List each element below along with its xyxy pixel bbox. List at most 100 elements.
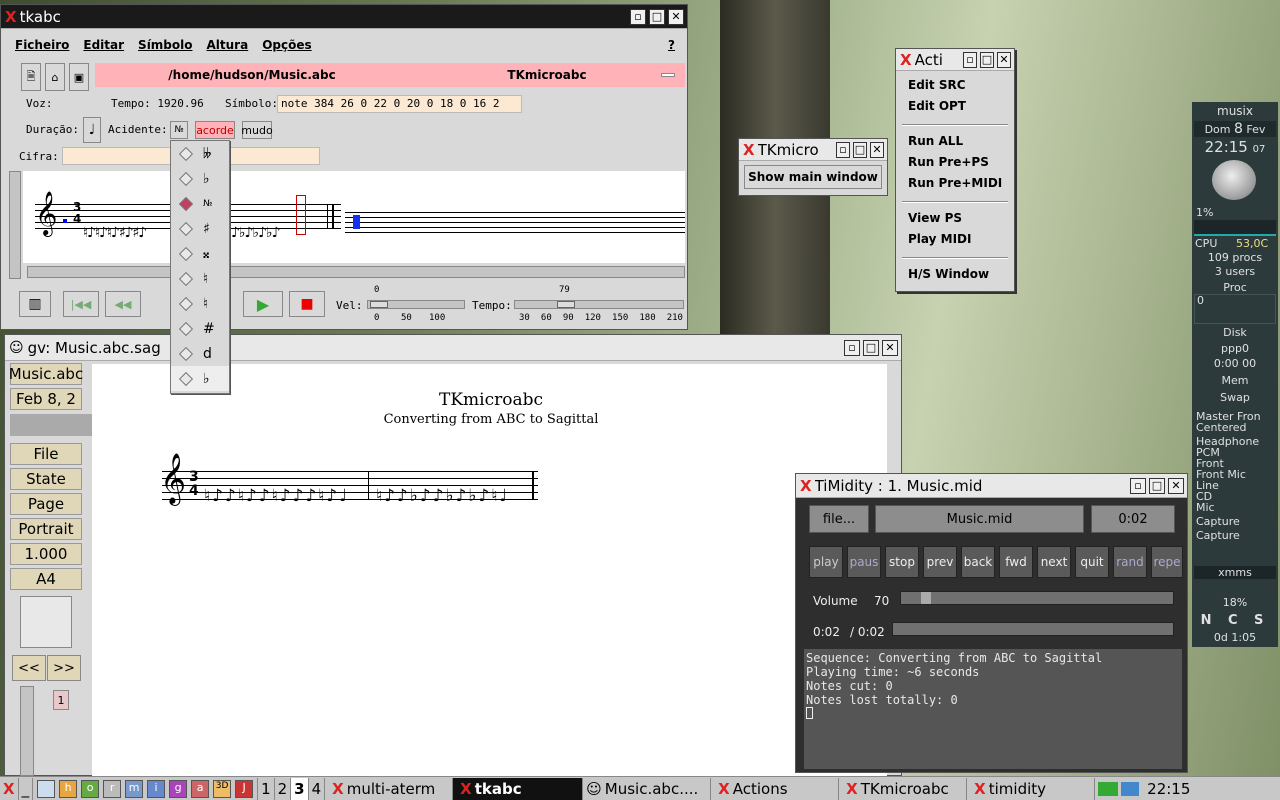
show-main-window-button[interactable]: Show main window: [744, 165, 882, 189]
accidental-button[interactable]: №: [170, 121, 188, 139]
acorde-button[interactable]: acorde: [195, 121, 235, 139]
gv-pagelist-scroll[interactable]: [20, 686, 34, 776]
random-button[interactable]: rand: [1113, 546, 1147, 578]
network-icon[interactable]: [1121, 781, 1140, 796]
action-edit-opt[interactable]: Edit OPT: [908, 99, 966, 113]
open-file-button[interactable]: ⌂: [45, 63, 65, 91]
prev-button[interactable]: prev: [923, 546, 957, 578]
gv-file-button[interactable]: File: [10, 443, 82, 465]
accidental-option[interactable]: ♮: [171, 266, 229, 291]
maximize-button[interactable]: □: [853, 141, 867, 158]
mudo-button[interactable]: mudo: [241, 121, 273, 139]
minimize-button[interactable]: ▫: [1130, 477, 1146, 494]
launcher-r-icon[interactable]: r: [103, 779, 122, 798]
menu-opcoes[interactable]: Opções: [262, 38, 311, 52]
action-hs-window[interactable]: H/S Window: [908, 267, 989, 281]
launcher-home-icon[interactable]: h: [59, 779, 78, 798]
back-button[interactable]: back: [961, 546, 995, 578]
mixer-channel[interactable]: Mic: [1196, 502, 1276, 513]
launcher-terminal-icon[interactable]: [37, 779, 56, 798]
task-tkabc[interactable]: Xtkabc: [453, 777, 584, 800]
task-timidity[interactable]: Xtimidity: [967, 777, 1096, 800]
launcher-graphics-icon[interactable]: g: [169, 779, 188, 798]
gv-page-button[interactable]: Page: [10, 493, 82, 515]
task-multi-aterm[interactable]: Xmulti-aterm: [325, 777, 454, 800]
gv-titlebar[interactable]: ☺ gv: Music.abc.sag ▫ □ ✕: [5, 335, 901, 361]
save-file-button[interactable]: ▣: [69, 63, 89, 91]
minimize-all-button[interactable]: _: [19, 777, 34, 800]
gv-panner[interactable]: [20, 596, 72, 648]
gv-orientation-button[interactable]: Portrait: [10, 518, 82, 540]
staff-vscroll[interactable]: [9, 171, 21, 279]
pause-button[interactable]: paus: [847, 546, 881, 578]
rewind-start-button[interactable]: |◀◀: [63, 291, 99, 317]
launcher-audio-icon[interactable]: a: [191, 779, 210, 798]
keyboard-layout-icon[interactable]: [1098, 781, 1119, 796]
gv-next-page-button[interactable]: >>: [47, 655, 81, 681]
new-file-button[interactable]: 🗎: [21, 63, 41, 91]
tkmicro-titlebar[interactable]: X TKmicro ▫ □ ✕: [739, 139, 887, 161]
accidental-option[interactable]: 𝄫: [171, 141, 229, 166]
accidental-option[interactable]: #: [171, 316, 229, 341]
tempo-slider[interactable]: [514, 300, 684, 309]
timidity-titlebar[interactable]: X TiMidity : 1. Music.mid ▫ □ ✕: [796, 474, 1187, 498]
tkabc-titlebar[interactable]: X tkabc ▫ □ ✕: [1, 5, 687, 29]
xmms-label[interactable]: xmms: [1194, 566, 1276, 579]
file-open-button[interactable]: file...: [809, 505, 869, 533]
tempo-slider-thumb[interactable]: [557, 301, 575, 308]
accidental-option[interactable]: ♭: [171, 366, 229, 391]
desktop-4[interactable]: 4: [309, 777, 326, 800]
task-gv[interactable]: ☺ Music.abc....: [583, 777, 712, 800]
minimize-button[interactable]: ▫: [844, 339, 860, 356]
desktop-1[interactable]: 1: [258, 777, 275, 800]
action-run-all[interactable]: Run ALL: [908, 134, 963, 148]
desktop-2[interactable]: 2: [275, 777, 292, 800]
menu-altura[interactable]: Altura: [207, 38, 249, 52]
close-button[interactable]: ✕: [882, 339, 898, 356]
accidental-option-selected[interactable]: №: [171, 191, 229, 216]
duration-note-button[interactable]: ♩: [83, 117, 101, 143]
quit-button[interactable]: quit: [1075, 546, 1109, 578]
desktop-3[interactable]: 3: [291, 777, 309, 800]
maximize-button[interactable]: □: [980, 51, 994, 68]
gv-papersize-button[interactable]: A4: [10, 568, 82, 590]
accidental-option[interactable]: ♯: [171, 216, 229, 241]
staff-hscroll[interactable]: [27, 266, 685, 278]
action-edit-src[interactable]: Edit SRC: [908, 78, 966, 92]
actions-titlebar[interactable]: X Acti ▫ □ ✕: [896, 49, 1014, 71]
minimize-button[interactable]: ▫: [963, 51, 977, 68]
mixer-channel[interactable]: Capture: [1196, 530, 1276, 541]
play-button[interactable]: ▶: [243, 291, 283, 317]
launcher-office-icon[interactable]: o: [81, 779, 100, 798]
menu-ficheiro[interactable]: Ficheiro: [15, 38, 69, 52]
repeat-button[interactable]: repe: [1151, 546, 1183, 578]
position-slider[interactable]: [892, 622, 1174, 636]
volume-slider[interactable]: [900, 591, 1174, 605]
close-button[interactable]: ✕: [997, 51, 1011, 68]
maximize-button[interactable]: □: [863, 339, 879, 356]
task-actions[interactable]: X Actions: [711, 777, 840, 800]
accidental-option[interactable]: 𝄪: [171, 241, 229, 266]
stop-button[interactable]: ■: [289, 291, 325, 317]
mixer-channel[interactable]: Capture: [1196, 516, 1276, 527]
volume-slider-thumb[interactable]: [921, 592, 931, 604]
play-button[interactable]: play: [809, 546, 843, 578]
gv-prev-page-button[interactable]: <<: [12, 655, 46, 681]
maximize-button[interactable]: □: [1149, 477, 1165, 494]
fwd-button[interactable]: fwd: [999, 546, 1033, 578]
menu-help[interactable]: ?: [668, 38, 675, 52]
task-tkmicroabc[interactable]: X TKmicroabc: [839, 777, 968, 800]
action-run-pre-midi[interactable]: Run Pre+MIDI: [908, 176, 1002, 190]
accidental-option[interactable]: ♮: [171, 291, 229, 316]
start-menu-button[interactable]: X: [0, 777, 19, 800]
action-view-ps[interactable]: View PS: [908, 211, 962, 225]
minimize-button[interactable]: ▫: [836, 141, 850, 158]
minimize-button[interactable]: ▫: [630, 8, 646, 25]
vel-slider-thumb[interactable]: [370, 301, 388, 308]
next-button[interactable]: next: [1037, 546, 1071, 578]
action-run-pre-ps[interactable]: Run Pre+PS: [908, 155, 989, 169]
menu-simbolo[interactable]: Símbolo: [138, 38, 192, 52]
launcher-internet-icon[interactable]: i: [147, 779, 166, 798]
dropdown-arrow-icon[interactable]: [661, 73, 675, 77]
stop-button[interactable]: stop: [885, 546, 919, 578]
